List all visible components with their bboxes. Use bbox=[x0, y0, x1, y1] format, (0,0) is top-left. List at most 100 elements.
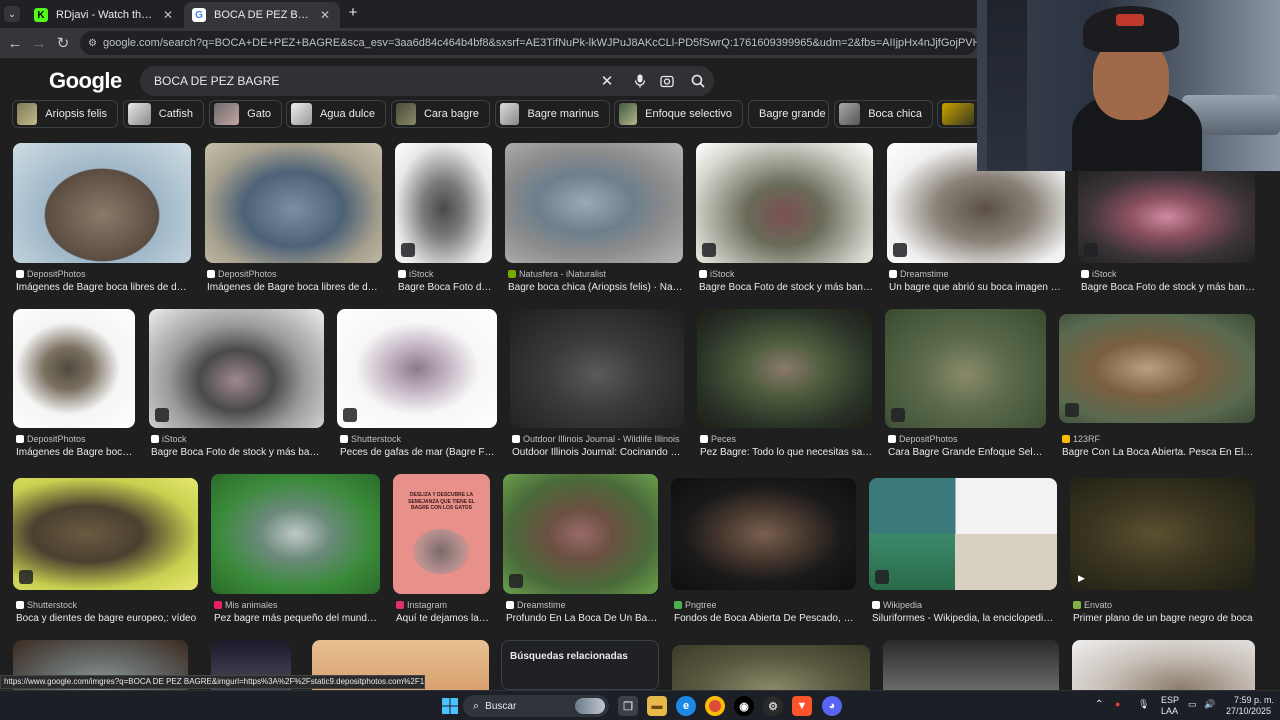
result-image[interactable] bbox=[13, 478, 198, 590]
network-icon[interactable]: ▭ bbox=[1188, 699, 1197, 710]
chip-more[interactable] bbox=[937, 100, 977, 128]
chip-enfoque-selectivo[interactable]: Enfoque selectivo bbox=[614, 100, 743, 128]
volume-icon[interactable]: 🔊 bbox=[1204, 699, 1215, 710]
result-image[interactable]: DESLIZA Y DESCUBRE LA SEMEJANZA QUE TIEN… bbox=[393, 474, 490, 594]
result-source[interactable]: Dreamstime bbox=[889, 269, 1065, 279]
result-caption[interactable]: Pez Bagre: Todo lo que necesitas saber bbox=[700, 447, 873, 458]
result-image[interactable] bbox=[149, 309, 324, 428]
result-source[interactable]: DepositPhotos bbox=[16, 269, 192, 279]
result-source[interactable]: Wikipedia bbox=[872, 600, 1058, 610]
result-image[interactable] bbox=[503, 474, 658, 594]
result-caption[interactable]: Imágenes de Bagre boca libres bbox=[16, 447, 134, 458]
language-top[interactable]: ESP bbox=[1161, 695, 1179, 705]
result-caption[interactable]: Bagre Boca Foto de stock y más banco de … bbox=[1081, 282, 1255, 293]
chip-catfish[interactable]: Catfish bbox=[123, 100, 204, 128]
result-image[interactable] bbox=[672, 645, 870, 690]
result-source[interactable]: DepositPhotos bbox=[207, 269, 383, 279]
close-icon[interactable]: ✕ bbox=[318, 8, 332, 22]
result-image[interactable] bbox=[205, 143, 382, 263]
result-caption[interactable]: Bagre Con La Boca Abierta. Pesca En El R… bbox=[1062, 447, 1254, 458]
microphone-icon[interactable] bbox=[631, 72, 649, 90]
chip-cara-bagre[interactable]: Cara bagre bbox=[391, 100, 490, 128]
site-info-icon[interactable]: ⚙ bbox=[88, 38, 97, 49]
result-caption[interactable]: Boca y dientes de bagre europeo,: vídeo bbox=[16, 613, 198, 624]
result-source[interactable]: DepositPhotos bbox=[16, 434, 136, 444]
result-source[interactable]: DepositPhotos bbox=[888, 434, 1048, 444]
forward-arrow-icon[interactable]: → bbox=[27, 31, 51, 55]
result-caption[interactable]: Primer plano de un bagre negro de boca bbox=[1073, 613, 1255, 624]
result-image[interactable] bbox=[671, 478, 856, 590]
result-source[interactable]: Instagram bbox=[396, 600, 491, 610]
result-image[interactable] bbox=[696, 143, 873, 263]
result-caption[interactable]: Profundo En La Boca De Un Bagre bbox=[506, 613, 658, 624]
result-image[interactable] bbox=[337, 309, 497, 428]
result-source[interactable]: iStock bbox=[1081, 269, 1257, 279]
clear-icon[interactable]: ✕ bbox=[598, 72, 616, 90]
result-caption[interactable]: Siluriformes - Wikipedia, la enciclopedi… bbox=[872, 613, 1056, 624]
result-source[interactable]: iStock bbox=[151, 434, 325, 444]
chrome-icon[interactable] bbox=[705, 696, 725, 716]
result-caption[interactable]: Imágenes de Bagre boca libres de derecho… bbox=[16, 282, 192, 293]
result-source[interactable]: Shutterstock bbox=[340, 434, 498, 444]
result-image[interactable] bbox=[13, 309, 135, 428]
result-image[interactable] bbox=[883, 640, 1059, 690]
result-image[interactable]: ▶ bbox=[1070, 478, 1255, 590]
result-source[interactable]: Outdoor Illinois Journal - Wildlife Illi… bbox=[512, 434, 685, 444]
result-image[interactable] bbox=[211, 474, 380, 594]
result-image[interactable] bbox=[697, 309, 872, 428]
tab-search-icon[interactable]: ⌄ bbox=[4, 6, 20, 22]
clock-time[interactable]: 7:59 p. m. bbox=[1234, 695, 1274, 705]
app-icon[interactable]: ⚙ bbox=[763, 696, 783, 716]
search-icon[interactable] bbox=[684, 67, 712, 95]
result-caption[interactable]: Aquí te dejamos la semejanza bbox=[396, 613, 490, 624]
tray-chevron-icon[interactable]: ⌃ bbox=[1095, 699, 1103, 710]
tab-google-search[interactable]: G BOCA DE PEZ BAGRE - Buscar con Google … bbox=[184, 2, 340, 28]
result-source[interactable]: Peces bbox=[700, 434, 874, 444]
result-image[interactable] bbox=[510, 309, 684, 428]
close-icon[interactable]: ✕ bbox=[161, 8, 175, 22]
address-bar[interactable]: ⚙ google.com/search?q=BOCA+DE+PEZ+BAGRE&… bbox=[80, 31, 977, 55]
result-image[interactable] bbox=[1072, 640, 1255, 690]
windows-start-icon[interactable] bbox=[440, 696, 460, 716]
microphone-icon[interactable]: 🎙 bbox=[1138, 699, 1149, 710]
result-source[interactable]: 123RF bbox=[1062, 434, 1256, 444]
search-input[interactable]: BOCA DE PEZ BAGRE ✕ bbox=[140, 66, 714, 96]
obs-icon[interactable]: ◉ bbox=[734, 696, 754, 716]
chip-bagre-marinus[interactable]: Bagre marinus bbox=[495, 100, 610, 128]
result-image[interactable] bbox=[869, 478, 1057, 590]
result-source[interactable]: Natusfera - iNaturalist bbox=[508, 269, 684, 279]
result-caption[interactable]: Imágenes de Bagre boca libres de derecho… bbox=[207, 282, 383, 293]
tab-kick[interactable]: K RDjavi - Watch the VOD on Kick ✕ bbox=[26, 2, 183, 28]
result-caption[interactable]: Bagre Boca Foto de stock y más banco de … bbox=[699, 282, 875, 293]
discord-icon[interactable]: ◕ bbox=[822, 696, 842, 716]
camera-lens-icon[interactable] bbox=[658, 72, 676, 90]
result-caption[interactable]: Bagre boca chica (Ariopsis felis) · Natu… bbox=[508, 282, 684, 293]
task-view-icon[interactable]: ❐ bbox=[618, 696, 638, 716]
tray-app-icon[interactable]: ● bbox=[1115, 699, 1120, 709]
result-source[interactable]: Pngtree bbox=[674, 600, 857, 610]
result-caption[interactable]: Bagre Boca Foto de stock y más banco de … bbox=[151, 447, 324, 458]
result-caption[interactable]: Cara Bagre Grande Enfoque Selectivo bbox=[888, 447, 1046, 458]
result-source[interactable]: iStock bbox=[699, 269, 875, 279]
result-caption[interactable]: Peces de gafas de mar (Bagre Fotos) bbox=[340, 447, 497, 458]
result-caption[interactable]: Bagre Boca Foto de stock bbox=[398, 282, 492, 293]
result-image[interactable] bbox=[885, 309, 1046, 428]
result-source[interactable]: Shutterstock bbox=[16, 600, 199, 610]
google-logo[interactable]: Google bbox=[49, 68, 122, 94]
file-explorer-icon[interactable]: ▬ bbox=[647, 696, 667, 716]
result-caption[interactable]: Un bagre que abrió su boca imagen de arc… bbox=[889, 282, 1065, 293]
chip-agua-dulce[interactable]: Agua dulce bbox=[286, 100, 386, 128]
clock-date[interactable]: 27/10/2025 bbox=[1226, 706, 1271, 716]
result-image[interactable] bbox=[395, 143, 492, 263]
back-arrow-icon[interactable]: ← bbox=[3, 31, 27, 55]
chip-ariopsis-felis[interactable]: Ariopsis felis bbox=[12, 100, 118, 128]
taskbar-search[interactable]: ⌕ Buscar bbox=[463, 695, 609, 717]
result-image[interactable] bbox=[505, 143, 683, 263]
result-source[interactable]: Dreamstime bbox=[506, 600, 659, 610]
chip-boca-chica[interactable]: Boca chica bbox=[834, 100, 933, 128]
result-source[interactable]: iStock bbox=[398, 269, 493, 279]
result-source[interactable]: Envato bbox=[1073, 600, 1256, 610]
new-tab-button[interactable]: + bbox=[345, 5, 361, 21]
language-bottom[interactable]: LAA bbox=[1161, 706, 1178, 716]
result-caption[interactable]: Fondos de Boca Abierta De Pescado, Fotos bbox=[674, 613, 856, 624]
